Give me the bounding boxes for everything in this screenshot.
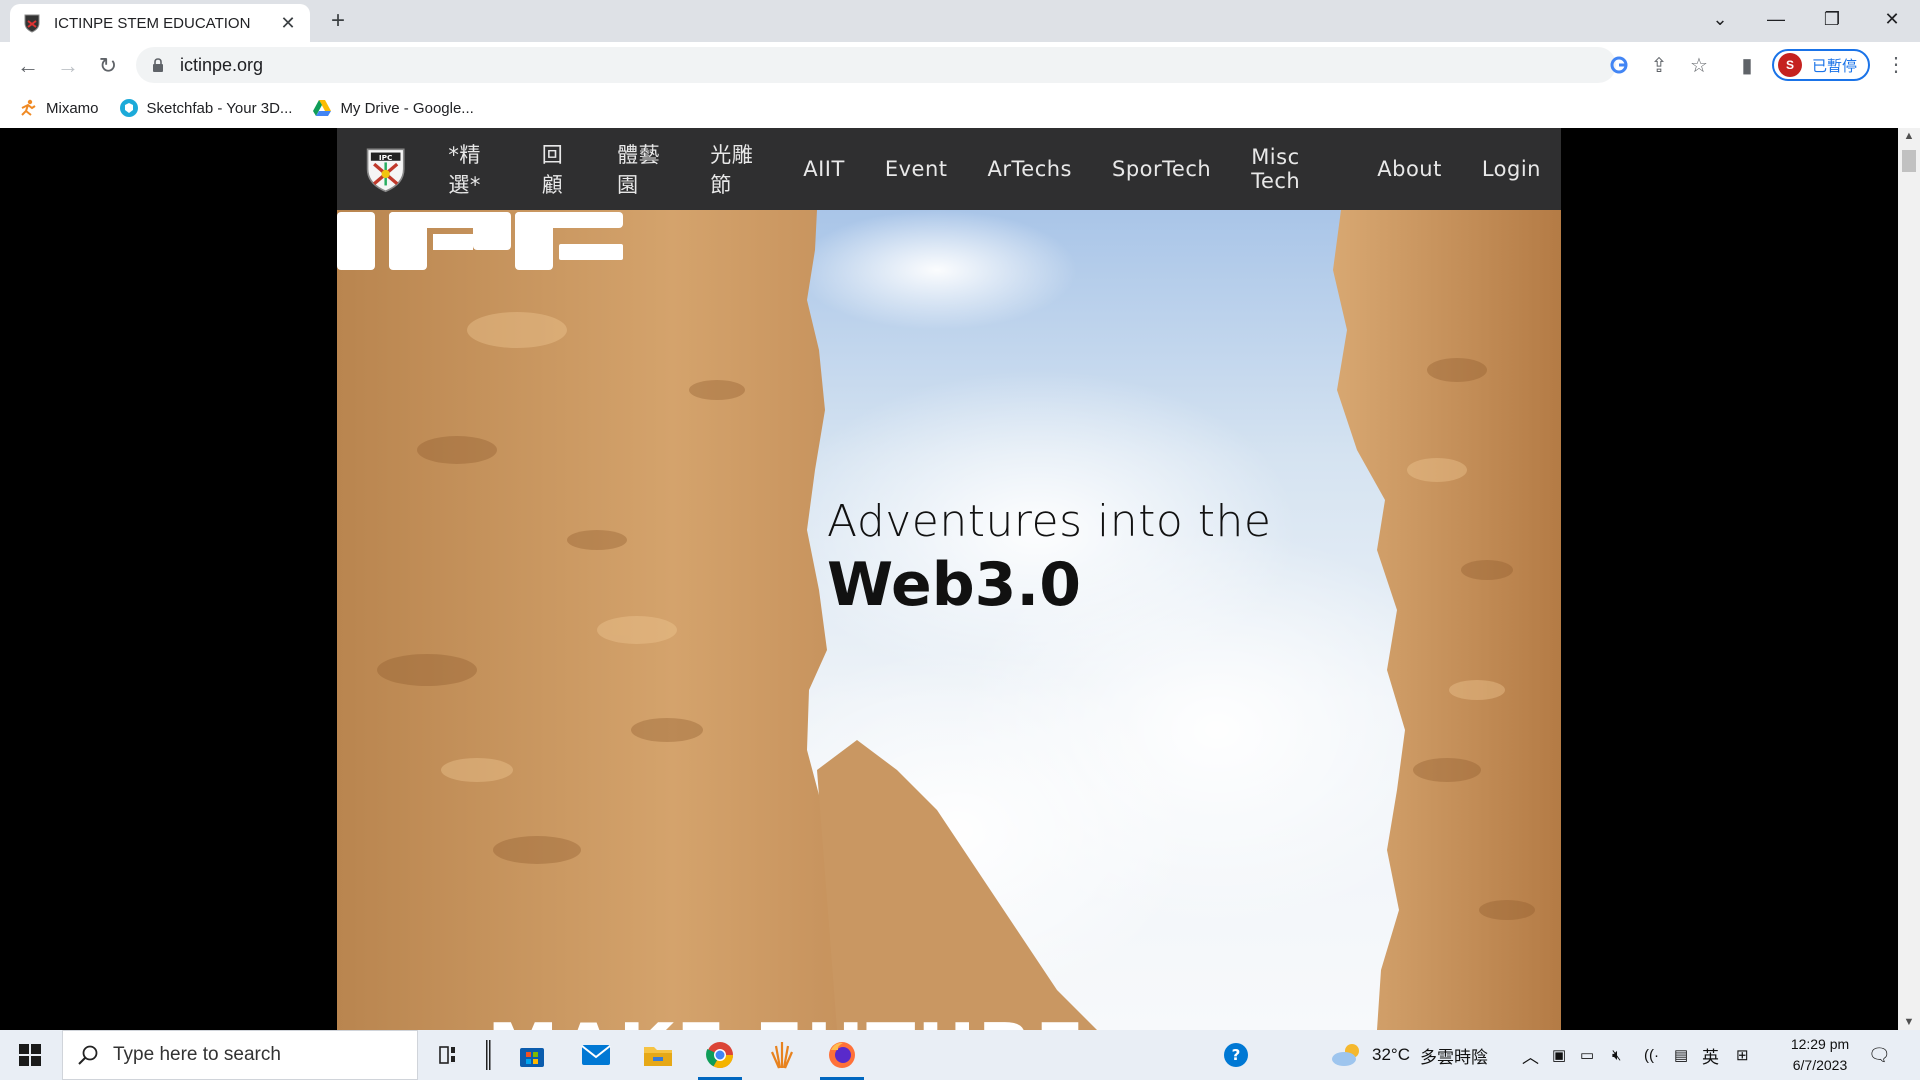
back-button[interactable]: ← — [12, 50, 44, 82]
bookmark-sketchfab[interactable]: Sketchfab - Your 3D... — [119, 98, 293, 118]
profile-button[interactable]: S 已暫停 — [1772, 49, 1870, 81]
clock-date: 6/7/2023 — [1792, 1057, 1848, 1073]
tab-title: ICTINPE STEM EDUCATION — [54, 14, 251, 32]
url-text: ictinpe.org — [180, 54, 264, 75]
nav-sportech[interactable]: SporTech — [1112, 157, 1211, 181]
nav-featured[interactable]: *精選* — [448, 139, 501, 199]
bookmark-label: My Drive - Google... — [340, 99, 474, 117]
scroll-up-arrow-icon[interactable]: ▲ — [1898, 130, 1920, 142]
cloudy-weather-icon — [1332, 1044, 1359, 1066]
close-window-button[interactable]: ✕ — [1864, 0, 1920, 38]
nav-aiit[interactable]: AIIT — [803, 157, 845, 181]
hero-tagline-line2: Web3.0 — [827, 550, 1081, 620]
display-icon[interactable]: ▤ — [1674, 1030, 1688, 1080]
share-icon[interactable]: ⇪ — [1646, 52, 1672, 78]
profile-status-label: 已暫停 — [1812, 57, 1858, 75]
tab-strip: ICTINPE STEM EDUCATION ✕ + ⌄ — ❐ ✕ — [0, 0, 1920, 42]
ictinpe-favicon-icon — [24, 14, 40, 33]
scrollbar-thumb[interactable] — [1902, 150, 1916, 172]
windows-logo-icon — [19, 1044, 41, 1066]
mail-icon[interactable] — [566, 1030, 626, 1080]
bookmarks-bar: Mixamo Sketchfab - Your 3D... My Drive -… — [0, 88, 1920, 128]
new-tab-button[interactable]: + — [324, 8, 352, 36]
site-navigation: IPC *精選* 回顧 體藝園 光雕節 AIIT Event ArTechs S… — [337, 128, 1561, 210]
nav-review[interactable]: 回顧 — [542, 139, 577, 199]
file-explorer-icon[interactable] — [628, 1030, 688, 1080]
windows-taskbar: Type here to search ? 32°C 多雲時陰 ︿ ▣ ▭ 🔇︎… — [0, 1030, 1920, 1080]
app-flame-icon[interactable] — [752, 1030, 812, 1080]
bookmark-google-drive[interactable]: My Drive - Google... — [312, 98, 474, 118]
nav-about[interactable]: About — [1377, 157, 1442, 181]
hero-tagline-line1: Adventures into the — [827, 496, 1272, 547]
bookmark-star-icon[interactable]: ☆ — [1686, 52, 1712, 78]
scroll-down-arrow-icon[interactable]: ▼ — [1898, 1016, 1920, 1028]
taskbar-clock[interactable]: 12:29 pm 6/7/2023 — [1770, 1034, 1870, 1076]
hero-banner: Adventures into the Web3.0 MAKE FUTURE — [337, 210, 1561, 1030]
reload-button[interactable]: ↻ — [92, 50, 124, 82]
weather-widget[interactable]: 32°C 多雲時陰 — [1330, 1030, 1488, 1080]
profile-avatar: S — [1778, 53, 1802, 77]
address-bar[interactable]: ictinpe.org — [136, 47, 1616, 83]
battery-icon[interactable]: ▭ — [1580, 1030, 1594, 1080]
svg-text:?: ? — [1232, 1046, 1241, 1064]
chrome-taskbar-icon[interactable] — [690, 1030, 750, 1080]
tab-close-icon[interactable]: ✕ — [278, 13, 298, 34]
minimize-button[interactable]: — — [1748, 0, 1804, 38]
speaker-muted-icon[interactable]: 🔇︎ — [1612, 1030, 1621, 1080]
search-icon — [78, 1045, 98, 1065]
ipc-wordmark-logo — [337, 212, 623, 270]
nav-arts-garden[interactable]: 體藝園 — [617, 139, 670, 199]
windows-start-button[interactable] — [0, 1030, 60, 1080]
ime-mode-icon[interactable]: ⊞ — [1736, 1030, 1749, 1080]
hero-bottom-heading: MAKE FUTURE — [487, 1008, 1086, 1030]
google-translate-icon[interactable] — [1606, 52, 1632, 78]
taskbar-search-placeholder: Type here to search — [113, 1044, 281, 1065]
mixamo-icon — [18, 98, 38, 118]
side-panel-icon[interactable]: ▮ — [1734, 52, 1760, 78]
show-hidden-icons-chevron-icon[interactable]: ︿ — [1522, 1030, 1539, 1080]
ipc-logo-icon[interactable]: IPC — [361, 139, 410, 199]
help-icon[interactable]: ? — [1206, 1030, 1266, 1080]
taskbar-divider — [470, 1030, 506, 1080]
restore-button[interactable]: ❐ — [1804, 0, 1860, 38]
nav-event[interactable]: Event — [885, 157, 948, 181]
bookmark-label: Mixamo — [46, 99, 99, 117]
canyon-background-image — [337, 210, 1561, 1030]
google-drive-icon — [312, 98, 332, 118]
nav-light-festival[interactable]: 光雕節 — [710, 139, 763, 199]
notification-center-icon[interactable]: 🗨︎ — [1868, 1030, 1891, 1080]
bookmark-label: Sketchfab - Your 3D... — [146, 99, 293, 117]
forward-button[interactable]: → — [52, 50, 84, 82]
microsoft-store-icon[interactable] — [502, 1030, 562, 1080]
meet-now-icon[interactable]: ▣ — [1552, 1030, 1566, 1080]
bookmark-mixamo[interactable]: Mixamo — [18, 98, 99, 118]
chrome-menu-icon[interactable]: ⋮ — [1884, 52, 1908, 78]
lock-icon — [153, 58, 163, 72]
wifi-icon[interactable]: ((· — [1644, 1030, 1659, 1080]
sketchfab-icon — [119, 98, 139, 118]
nav-login[interactable]: Login — [1482, 157, 1541, 181]
page-scrollbar[interactable]: ▲ ▼ — [1898, 128, 1920, 1030]
taskbar-search-box[interactable]: Type here to search — [62, 1030, 418, 1080]
firefox-taskbar-icon[interactable] — [812, 1030, 872, 1080]
browser-tab[interactable]: ICTINPE STEM EDUCATION ✕ — [10, 4, 310, 42]
site-container: IPC *精選* 回顧 體藝園 光雕節 AIIT Event ArTechs S… — [337, 128, 1561, 1030]
weather-description: 多雲時陰 — [1419, 1047, 1488, 1067]
browser-toolbar: ← → ↻ ictinpe.org ⇪ ☆ ▮ S 已暫停 ⋮ — [0, 42, 1920, 88]
page-viewport: IPC *精選* 回顧 體藝園 光雕節 AIIT Event ArTechs S… — [0, 128, 1898, 1030]
nav-misc-tech[interactable]: Misc Tech — [1251, 145, 1337, 193]
ime-language-indicator[interactable]: 英 — [1702, 1030, 1719, 1080]
clock-time: 12:29 pm — [1790, 1036, 1850, 1052]
tab-search-icon[interactable]: ⌄ — [1692, 0, 1748, 38]
svg-text:IPC: IPC — [379, 153, 393, 162]
weather-temperature: 32°C — [1372, 1045, 1410, 1064]
nav-artechs[interactable]: ArTechs — [988, 157, 1072, 181]
